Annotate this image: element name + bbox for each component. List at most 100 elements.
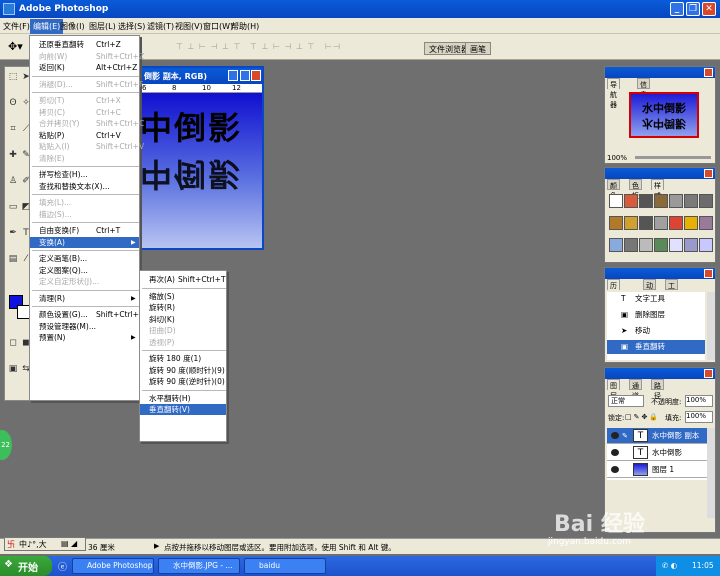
- distribute-buttons-icon[interactable]: ⊤ ⊥ ⊢ ⊣ ⊥ ⊤: [250, 42, 316, 51]
- eraser-tool-icon[interactable]: ▭: [7, 201, 19, 213]
- edit-menu-item[interactable]: 还原垂直翻转 Ctrl+Z: [30, 39, 139, 50]
- edit-menu-item[interactable]: 清除(E): [30, 153, 139, 164]
- ime-toolbar[interactable]: 卐 中♪°,大 ▤ ◢: [4, 537, 86, 551]
- tab-navigator[interactable]: 导航器: [607, 78, 620, 109]
- brush-link-icon[interactable]: ✎: [622, 428, 628, 444]
- menu-image[interactable]: 图像(I): [60, 21, 85, 32]
- tab-styles[interactable]: 样式: [651, 179, 664, 200]
- status-arrow-icon[interactable]: ▶: [154, 542, 159, 550]
- edit-menu-item[interactable]: 定义自定形状(J)...: [30, 276, 139, 287]
- menu-help[interactable]: 帮助(H): [231, 21, 259, 32]
- edit-menu-item[interactable]: 拼写检查(H)...: [30, 169, 139, 180]
- standard-mode-icon[interactable]: ◻: [7, 337, 19, 349]
- tray-icons[interactable]: ✆ ◐: [662, 561, 677, 570]
- style-swatch[interactable]: [654, 216, 668, 230]
- distribute-extra-icon[interactable]: ⊢⊣: [325, 42, 341, 51]
- stamp-tool-icon[interactable]: ♙: [7, 175, 19, 187]
- restore-button[interactable]: ❐: [686, 2, 700, 16]
- style-swatch[interactable]: [609, 238, 623, 252]
- edit-menu-item[interactable]: 预设管理器(M)...: [30, 321, 139, 332]
- layers-scrollbar[interactable]: [707, 428, 715, 518]
- doc-close-button[interactable]: [251, 70, 261, 81]
- edit-menu-item[interactable]: 颜色设置(G)... Shift+Ctrl+K: [30, 309, 144, 320]
- tab-tool-presets[interactable]: 工具预设: [665, 279, 678, 320]
- start-button[interactable]: ❖ 开始: [0, 556, 52, 576]
- tab-actions[interactable]: 动作: [643, 279, 656, 300]
- style-swatch[interactable]: [624, 194, 638, 208]
- style-swatch[interactable]: [639, 216, 653, 230]
- style-swatch[interactable]: [669, 238, 683, 252]
- panel-close-icon[interactable]: [704, 369, 713, 378]
- tab-swatches[interactable]: 色板: [629, 179, 642, 200]
- tab-history[interactable]: 历史记录: [607, 279, 620, 320]
- transform-menu-item[interactable]: 旋转 180 度(1): [140, 353, 226, 364]
- eye-icon[interactable]: [611, 466, 619, 473]
- taskbar-item-image[interactable]: 水中倒影.JPG - ...: [158, 558, 240, 574]
- transform-menu-item[interactable]: 水平翻转(H): [140, 393, 226, 404]
- quicklaunch-ie-icon[interactable]: ⓔ: [58, 560, 67, 573]
- opacity-input[interactable]: 100%: [685, 395, 713, 407]
- transform-menu-item[interactable]: 斜切(K): [140, 314, 226, 325]
- transform-menu-item[interactable]: 垂直翻转(V): [140, 404, 226, 415]
- edit-menu-item[interactable]: 消褪(D)... Shift+Ctrl+F: [30, 79, 143, 90]
- style-swatch[interactable]: [609, 216, 623, 230]
- blend-mode-select[interactable]: 正常: [608, 395, 644, 407]
- transform-menu-item[interactable]: 旋转(R): [140, 302, 226, 313]
- panel-close-icon[interactable]: [704, 169, 713, 178]
- panel-close-icon[interactable]: [704, 68, 713, 77]
- layer-row[interactable]: T 水中倒影: [607, 445, 707, 461]
- edit-menu-item[interactable]: 粘贴(P) Ctrl+V: [30, 130, 139, 141]
- edit-menu-item[interactable]: 拷贝(C) Ctrl+C: [30, 107, 139, 118]
- edit-menu-item[interactable]: 清理(R) ▶: [30, 293, 139, 304]
- edit-menu-item[interactable]: 查找和替换文本(X)...: [30, 181, 139, 192]
- style-swatch[interactable]: [684, 238, 698, 252]
- transform-menu-item[interactable]: 旋转 90 度(逆时针)(0): [140, 376, 226, 387]
- history-scrollbar[interactable]: [707, 292, 715, 360]
- close-button[interactable]: ✕: [702, 2, 716, 16]
- align-buttons-icon[interactable]: ⊤ ⊥ ⊢ ⊣ ⊥ ⊤: [176, 42, 242, 51]
- style-swatch[interactable]: [699, 216, 713, 230]
- style-swatch[interactable]: [654, 238, 668, 252]
- healing-tool-icon[interactable]: ✚: [7, 149, 19, 161]
- style-swatch[interactable]: [639, 194, 653, 208]
- menu-select[interactable]: 选择(S): [118, 21, 145, 32]
- image-canvas[interactable]: 水中倒影 水中倒影: [140, 93, 262, 248]
- transform-menu-item[interactable]: 扭曲(D): [140, 325, 226, 336]
- edit-menu-item[interactable]: 变换(A) ▶: [30, 236, 139, 248]
- minimize-button[interactable]: _: [670, 2, 684, 16]
- doc-minimize-button[interactable]: [228, 70, 238, 81]
- style-swatch[interactable]: [684, 216, 698, 230]
- menu-layer[interactable]: 图层(L): [89, 21, 116, 32]
- fill-input[interactable]: 100%: [685, 411, 713, 423]
- style-swatch[interactable]: [699, 194, 713, 208]
- edit-menu-item[interactable]: 自由变换(F) Ctrl+T: [30, 225, 139, 236]
- doc-maximize-button[interactable]: [240, 70, 250, 81]
- style-swatch[interactable]: [669, 216, 683, 230]
- history-item[interactable]: T 文字工具: [607, 292, 705, 306]
- navigator-zoom[interactable]: 100%: [607, 154, 627, 162]
- layer-row-selected[interactable]: ✎ T 水中倒影 副本: [607, 428, 707, 444]
- lasso-tool-icon[interactable]: ʘ: [7, 97, 19, 109]
- style-swatch[interactable]: [699, 238, 713, 252]
- crop-tool-icon[interactable]: ⌗: [7, 123, 19, 135]
- edit-menu-item[interactable]: 定义图案(Q)...: [30, 265, 139, 276]
- tab-info[interactable]: 信息: [637, 78, 650, 99]
- style-swatch[interactable]: [624, 238, 638, 252]
- history-item-selected[interactable]: ▣ 垂直翻转: [607, 340, 705, 354]
- style-swatch[interactable]: [609, 194, 623, 208]
- taskbar-item-baidu[interactable]: baidu: [244, 558, 326, 574]
- style-swatch[interactable]: [654, 194, 668, 208]
- edit-menu-item[interactable]: 定义画笔(B)...: [30, 253, 139, 264]
- floating-badge[interactable]: 22: [0, 430, 12, 460]
- tab-channels[interactable]: 通道: [629, 379, 642, 400]
- edit-menu-item[interactable]: 预置(N) ▶: [30, 332, 139, 343]
- edit-menu-item[interactable]: 粘贴入(I) Shift+Ctrl+V: [30, 141, 144, 152]
- menu-edit[interactable]: 编辑(E): [30, 19, 64, 34]
- tab-paths[interactable]: 路径: [651, 379, 664, 400]
- history-item[interactable]: ➤ 移动: [607, 324, 705, 338]
- marquee-tool-icon[interactable]: ⬚: [7, 71, 19, 83]
- tab-color[interactable]: 颜色: [607, 179, 620, 200]
- transform-menu-item[interactable]: 旋转 90 度(顺时针)(9): [140, 365, 226, 376]
- transform-menu-item[interactable]: 透视(P): [140, 337, 226, 348]
- edit-menu-item[interactable]: 返回(K) Alt+Ctrl+Z: [30, 62, 139, 73]
